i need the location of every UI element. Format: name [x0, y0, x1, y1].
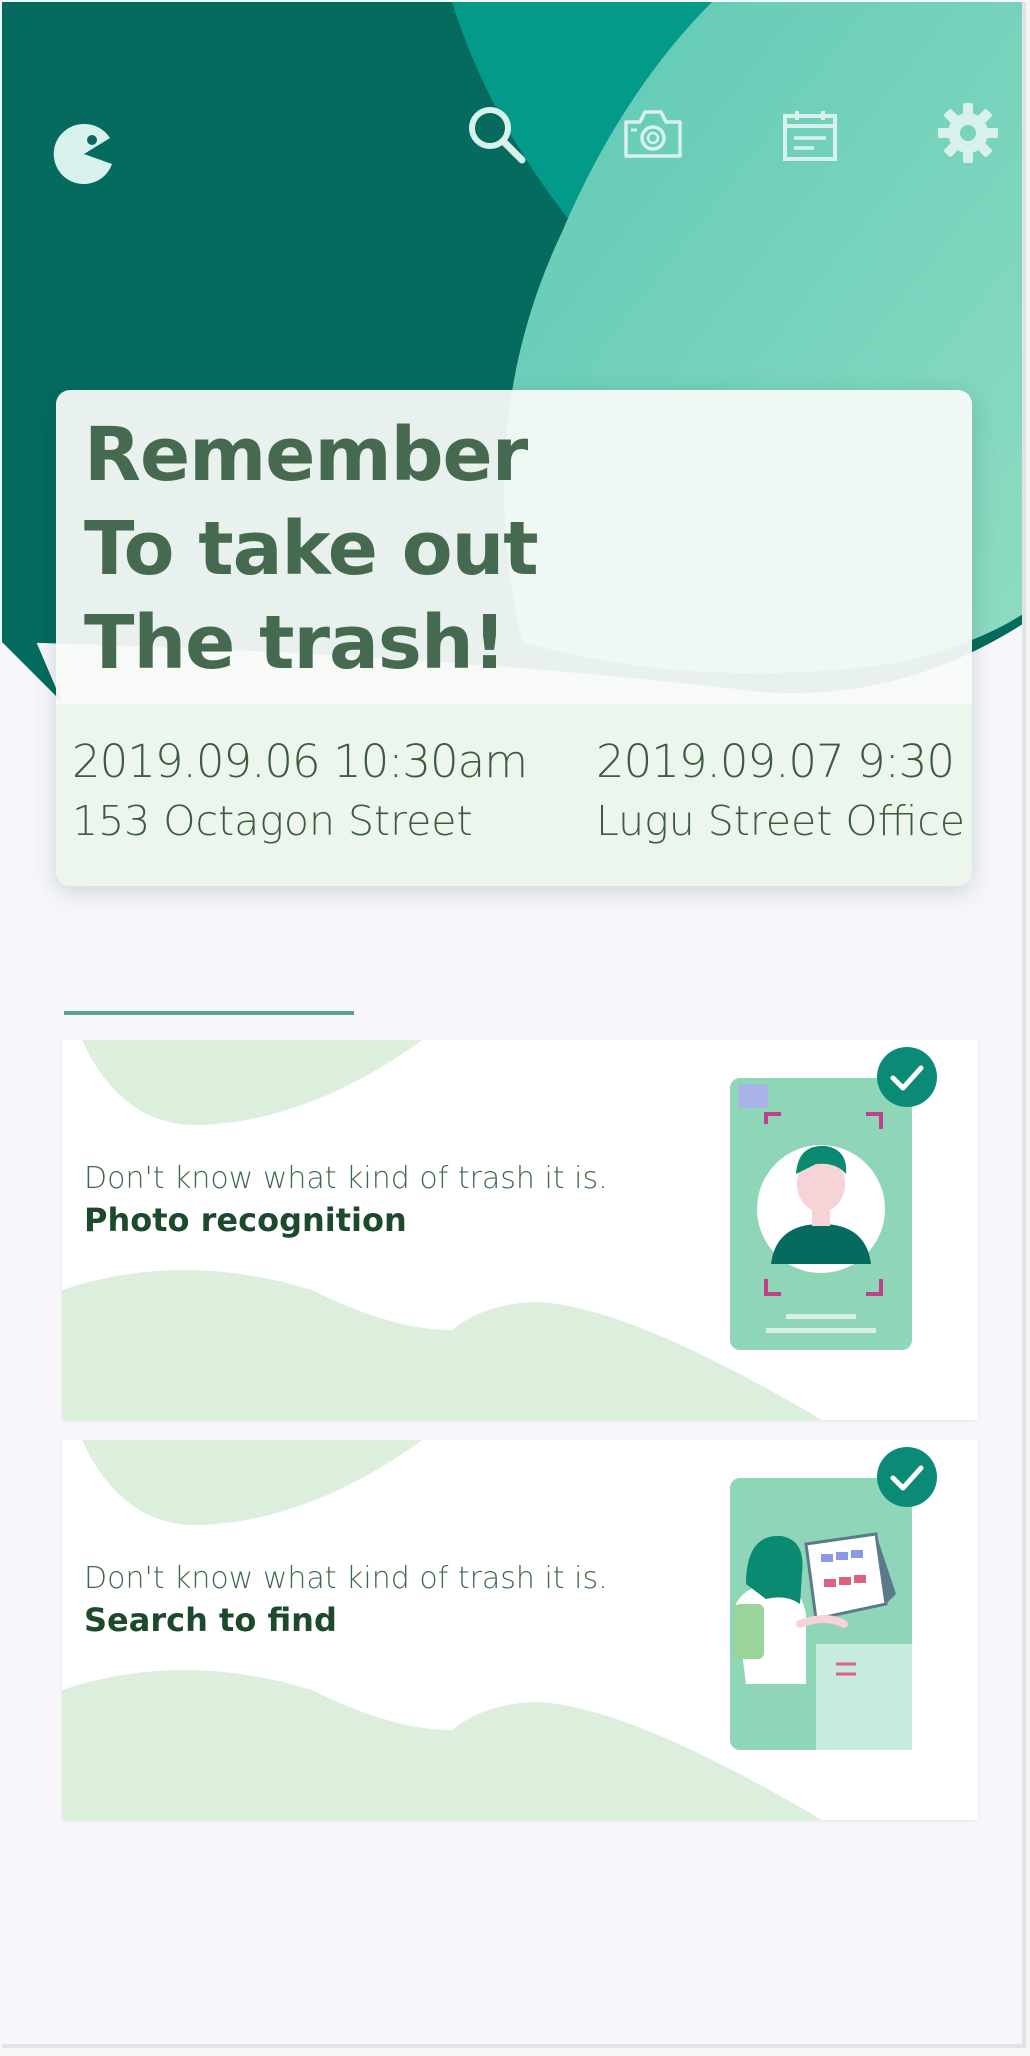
pacman-logo-icon[interactable] — [50, 120, 118, 188]
reminder-event[interactable]: 2019.09.07 9:30 Lugu Street Office — [596, 732, 965, 850]
reminder-title-line: To take out — [84, 506, 539, 592]
reminder-card[interactable]: Remember To take out The trash! 2019.09.… — [56, 390, 972, 886]
search-to-find-card[interactable]: Don't know what kind of trash it is. Sea… — [62, 1440, 978, 1820]
check-icon — [877, 1447, 937, 1507]
feature-label[interactable]: Photo recognition — [84, 1200, 608, 1240]
reminder-title-line: The trash! — [84, 600, 506, 686]
feature-subtitle: Don't know what kind of trash it is. — [84, 1161, 608, 1196]
check-icon — [877, 1047, 937, 1107]
event-datetime: 2019.09.07 9:30 — [596, 735, 955, 788]
event-location: Lugu Street Office — [596, 797, 966, 845]
reminder-title: Remember To take out The trash! — [84, 408, 539, 690]
event-datetime: 2019.09.06 10:30am — [72, 735, 528, 788]
search-icon[interactable] — [464, 102, 528, 166]
reminder-event[interactable]: 2019.09.06 10:30am 153 Octagon Street — [72, 732, 528, 850]
calendar-icon[interactable] — [782, 110, 838, 162]
gear-icon[interactable] — [937, 102, 999, 164]
feature-text: Don't know what kind of trash it is. Pho… — [84, 1158, 608, 1240]
section-divider — [64, 1011, 354, 1015]
event-location: 153 Octagon Street — [72, 797, 473, 845]
feature-label[interactable]: Search to find — [84, 1600, 608, 1640]
feature-subtitle: Don't know what kind of trash it is. — [84, 1561, 608, 1596]
camera-icon[interactable] — [622, 106, 684, 160]
reminder-title-line: Remember — [84, 412, 528, 498]
app-screen: Remember To take out The trash! 2019.09.… — [2, 2, 1026, 2048]
reminder-events: 2019.09.06 10:30am 153 Octagon Street 20… — [56, 704, 972, 886]
photo-id-illustration-icon — [730, 1078, 912, 1350]
top-toolbar — [2, 2, 1022, 262]
person-at-screen-illustration-icon — [730, 1478, 912, 1750]
feature-text: Don't know what kind of trash it is. Sea… — [84, 1558, 608, 1640]
photo-recognition-card[interactable]: Don't know what kind of trash it is. Pho… — [62, 1040, 978, 1420]
